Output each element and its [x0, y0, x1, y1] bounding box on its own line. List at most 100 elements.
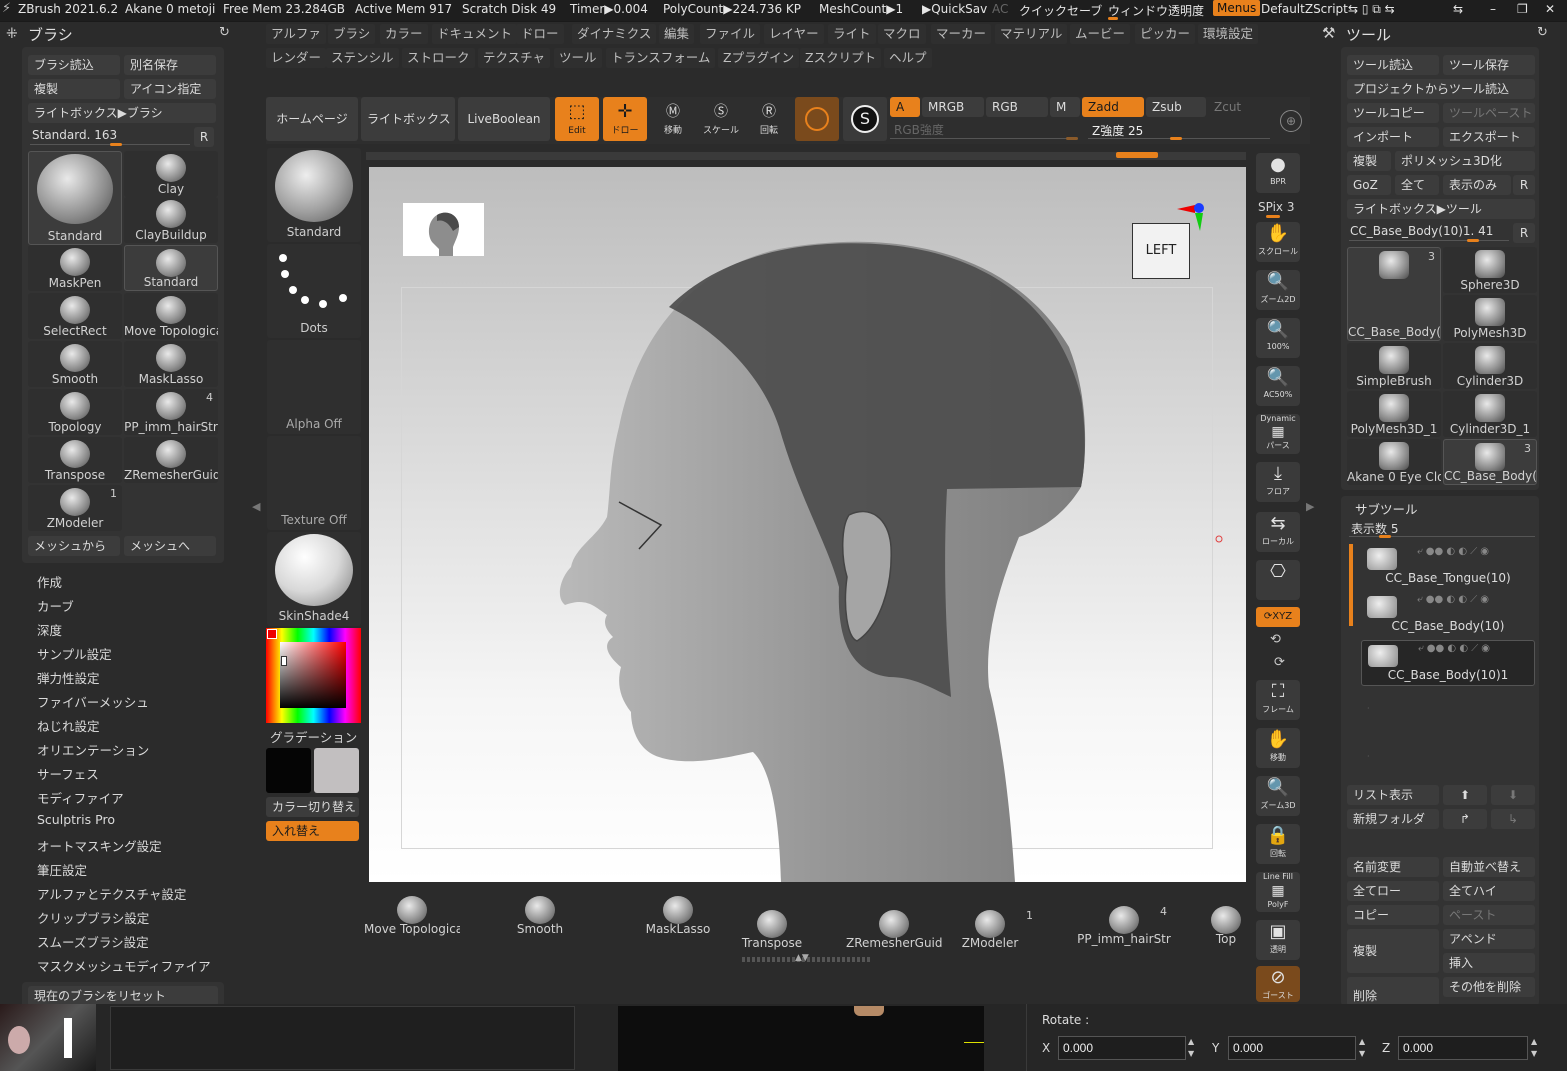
- shelf-brush-slot[interactable]: Transpose: [724, 907, 820, 951]
- brush-section-item[interactable]: マスクメッシュモディファイア: [37, 956, 211, 975]
- copy-tool-button[interactable]: ツールコピー: [1347, 103, 1439, 123]
- zoom3d-button[interactable]: 🔍 ズーム3D: [1256, 776, 1300, 816]
- load-from-project-button[interactable]: プロジェクトからツール読込: [1347, 79, 1535, 99]
- rotate-view-button[interactable]: 🔒 回転: [1256, 824, 1300, 864]
- brush-slot[interactable]: Standard: [28, 151, 122, 245]
- rgb-intensity-slider[interactable]: [1066, 137, 1078, 140]
- shelf-brush-slot[interactable]: ZRemesherGuide: [846, 907, 942, 951]
- subtool-row[interactable]: ⤶ ●● ◐ ◐ ⟋ ◉ CC_Base_Body(10): [1361, 592, 1535, 638]
- bpr-button[interactable]: ● BPR: [1256, 153, 1300, 193]
- alpha-slot[interactable]: Alpha Off: [267, 340, 361, 434]
- menu-item[interactable]: トランスフォーム: [606, 48, 716, 68]
- brush-slot[interactable]: MaskPen: [28, 245, 122, 291]
- maximize-icon[interactable]: ❐: [1517, 2, 1528, 16]
- lightbox-brush-button[interactable]: ライトボックス▶ブラシ: [28, 103, 216, 123]
- refresh-icon[interactable]: ↻: [219, 25, 230, 40]
- shelf-brush-slot[interactable]: Smooth: [492, 893, 588, 937]
- draw-button[interactable]: ✛ ドロー: [603, 97, 647, 141]
- brush-section-item[interactable]: ファイバーメッシュ: [37, 692, 149, 711]
- rgb-toggle[interactable]: RGB: [986, 97, 1048, 117]
- scale-button[interactable]: Ⓢ スケール: [699, 97, 743, 141]
- delete-other-button[interactable]: その他を削除: [1443, 977, 1535, 997]
- from-mesh-button[interactable]: メッシュから: [28, 536, 120, 556]
- rotate-y-spinner-icon[interactable]: ▲ ▼: [1359, 1036, 1365, 1060]
- lightbox-button[interactable]: ライトボックス: [361, 97, 455, 141]
- ac50-button[interactable]: 🔍 AC50%: [1256, 366, 1300, 406]
- menu-item[interactable]: テクスチャ: [478, 48, 551, 68]
- material-mode-button[interactable]: [795, 97, 839, 141]
- clone-tool-button[interactable]: 複製: [1347, 151, 1391, 171]
- current-brush-slot[interactable]: Standard: [267, 148, 361, 242]
- brush-slot[interactable]: Transpose: [28, 437, 122, 483]
- menu-item[interactable]: 編集: [659, 24, 695, 44]
- brush-section-item[interactable]: サーフェス: [37, 764, 99, 783]
- brush-slot[interactable]: ZModeler 1: [28, 485, 122, 531]
- insert-button[interactable]: 挿入: [1443, 953, 1535, 973]
- brush-section-item[interactable]: サンプル設定: [37, 644, 112, 663]
- refresh-icon[interactable]: ↻: [1537, 25, 1548, 40]
- hue-marker[interactable]: [267, 629, 277, 639]
- brush-slot[interactable]: ClayBuildup: [124, 197, 218, 243]
- shelf-brush-slot[interactable]: MaskLasso: [630, 893, 726, 937]
- tool-slot[interactable]: Cylinder3D: [1443, 343, 1537, 389]
- menu-item[interactable]: ファイル: [700, 24, 761, 44]
- brush-slot[interactable]: Standard: [124, 245, 218, 291]
- default-zscript[interactable]: DefaultZScript: [1261, 2, 1348, 16]
- shelf-brush-slot[interactable]: Top: [1206, 903, 1246, 947]
- notes-area[interactable]: [110, 1006, 575, 1070]
- subtool-toggles-icon[interactable]: ⤶ ●● ◐ ◐ ⟋ ◉: [1417, 594, 1489, 605]
- menu-item[interactable]: ブラシ: [328, 24, 376, 44]
- brush-slot[interactable]: SelectRect: [28, 293, 122, 339]
- menu-item[interactable]: ピッカー: [1135, 24, 1196, 44]
- subtool-row[interactable]: ⤶ ●● ◐ ◐ ⟋ ◉ CC_Base_Body(10)1: [1361, 640, 1535, 686]
- menu-item[interactable]: ヘルプ: [884, 48, 932, 68]
- move-up-icon[interactable]: ⬆: [1443, 785, 1487, 805]
- tool-slot[interactable]: Akane 0 Eye Clos: [1347, 439, 1441, 485]
- all-high-button[interactable]: 全てハイ: [1443, 881, 1535, 901]
- shelf-brush-slot[interactable]: PP_imm_hairStr 4: [1076, 903, 1172, 947]
- menu-item[interactable]: ダイナミクス: [572, 24, 657, 44]
- head-model[interactable]: [369, 167, 1246, 882]
- actual-size-button[interactable]: 🔍 100%: [1256, 318, 1300, 358]
- set-icon-button[interactable]: アイコン指定: [124, 79, 216, 99]
- window-transparency[interactable]: ウィンドウ透明度: [1108, 2, 1204, 19]
- subtool-toggles-icon[interactable]: ⤶ ●● ◐ ◐ ⟋ ◉: [1418, 643, 1490, 654]
- z-intensity-slider[interactable]: [1170, 137, 1182, 140]
- drag-handle-icon[interactable]: ⁜: [6, 26, 18, 42]
- floor-button[interactable]: ⤓ フロア: [1256, 462, 1300, 502]
- save-as-button[interactable]: 別名保存: [124, 55, 216, 75]
- subtool-row[interactable]: ⤶ ●● ◐ ◐ ⟋ ◉ CC_Base_Tongue(10): [1361, 544, 1535, 590]
- reset-r-button[interactable]: R: [194, 127, 214, 147]
- color-picker[interactable]: [266, 628, 361, 723]
- make-polymesh-button[interactable]: ポリメッシュ3D化: [1395, 151, 1535, 171]
- to-mesh-button[interactable]: メッシュへ: [124, 536, 216, 556]
- menu-item[interactable]: カラー: [380, 24, 428, 44]
- save-tool-button[interactable]: ツール保存: [1443, 55, 1535, 75]
- menu-item[interactable]: ツール: [554, 48, 602, 68]
- brush-slot[interactable]: Smooth: [28, 341, 122, 387]
- swap-button[interactable]: 入れ替え: [266, 821, 359, 841]
- canvas-viewport[interactable]: LEFT: [369, 167, 1246, 882]
- rotate-x-input[interactable]: [1058, 1036, 1186, 1060]
- view-cube[interactable]: LEFT: [1132, 223, 1190, 279]
- brush-section-item[interactable]: モディファイア: [37, 788, 124, 807]
- brush-section-item[interactable]: スムーズブラシ設定: [37, 932, 149, 951]
- transparency-button[interactable]: ▣ 透明: [1256, 920, 1300, 960]
- menu-item[interactable]: アルファ: [266, 24, 326, 44]
- transparency-slider[interactable]: [1108, 17, 1118, 20]
- tool-slider[interactable]: [1467, 239, 1479, 242]
- secondary-color-swatch[interactable]: [314, 748, 359, 793]
- menu-item[interactable]: マテリアル: [995, 24, 1068, 44]
- hammer-icon[interactable]: ⚒: [1322, 24, 1335, 42]
- brush-slot[interactable]: Move Topologica: [124, 293, 218, 339]
- rotate-y-icon[interactable]: ⟲: [1270, 632, 1281, 647]
- spix-slider[interactable]: [1266, 215, 1280, 218]
- texture-slot[interactable]: Texture Off: [267, 436, 361, 530]
- move-down-icon[interactable]: ⬇: [1491, 785, 1535, 805]
- append-button[interactable]: アペンド: [1443, 929, 1535, 949]
- brush-section-item[interactable]: 弾力性設定: [37, 668, 100, 687]
- new-folder-button[interactable]: 新規フォルダ: [1347, 809, 1439, 829]
- all-button[interactable]: 全て: [1395, 175, 1439, 195]
- load-tool-button[interactable]: ツール読込: [1347, 55, 1439, 75]
- menu-item[interactable]: ドキュメント: [432, 24, 518, 44]
